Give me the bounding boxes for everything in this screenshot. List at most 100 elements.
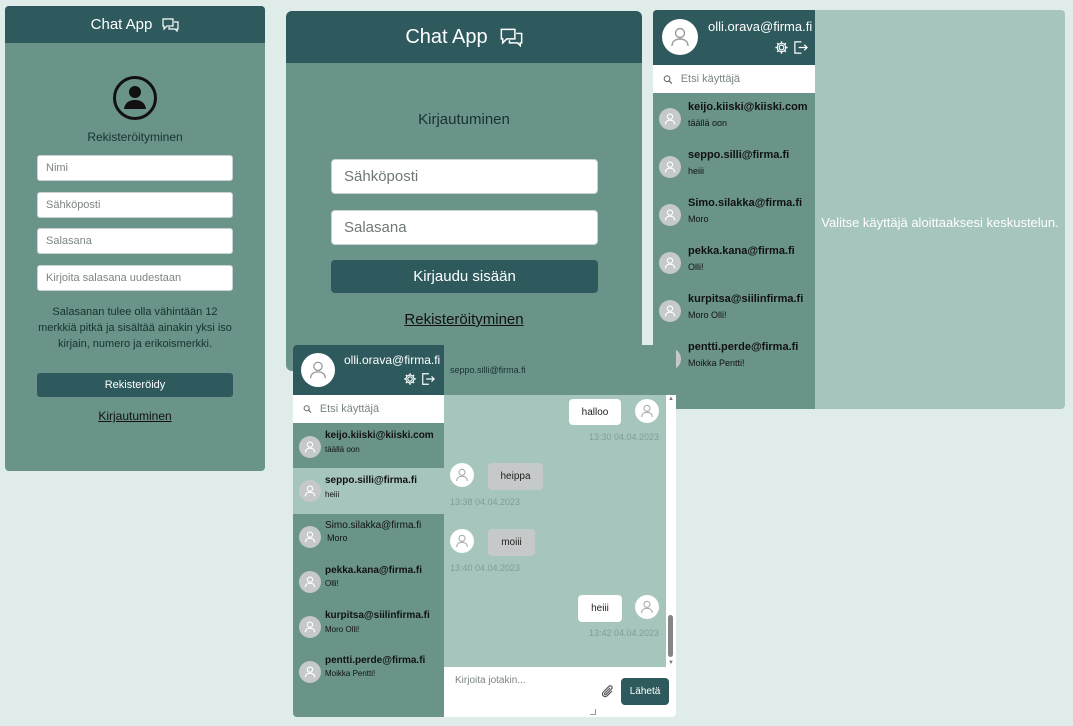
contact-last-message: Moikka Pentti! <box>325 669 376 678</box>
contact-last-message: Moikka Pentti! <box>688 358 745 368</box>
scroll-thumb[interactable] <box>668 615 673 657</box>
contact-avatar-icon <box>659 252 681 274</box>
message-avatar-icon <box>450 463 474 487</box>
register-title: Rekisteröityminen <box>87 130 183 144</box>
message-timestamp: 13:30 04.04.2023 <box>589 432 660 442</box>
user-header: olli.orava@firma.fi <box>653 10 815 65</box>
gear-icon[interactable] <box>774 40 789 55</box>
password-input[interactable] <box>46 235 224 247</box>
empty-state-text: Valitse käyttäjä aloittaaksesi keskustel… <box>821 215 1059 230</box>
current-user-email: olli.orava@firma.fi <box>344 353 441 367</box>
contact-name: seppo.silli@firma.fi <box>325 475 417 486</box>
message-avatar-icon <box>450 529 474 553</box>
scroll-down-icon[interactable]: ▼ <box>666 660 676 666</box>
contact-item[interactable]: pekka.kana@firma.fi Olli! <box>653 238 815 284</box>
message-bubble-received: heippa <box>488 463 543 490</box>
email-field[interactable] <box>331 159 598 194</box>
message-avatar-icon <box>635 399 659 423</box>
password-field[interactable] <box>37 228 233 254</box>
contact-name: pekka.kana@firma.fi <box>325 565 423 576</box>
contact-avatar-icon <box>659 156 681 178</box>
chat-bubbles-icon <box>500 28 523 47</box>
avatar-icon <box>113 76 157 120</box>
contact-item[interactable]: Simo.silakka@firma.fi Moro <box>293 514 444 558</box>
contact-item[interactable]: pekka.kana@firma.fi Olli! <box>293 559 444 603</box>
contact-avatar-icon <box>299 526 321 548</box>
message-timestamp: 13:38 04.04.2023 <box>450 497 521 507</box>
name-input[interactable] <box>46 162 224 174</box>
contact-name: kurpitsa@siilinfirma.fi <box>325 610 430 621</box>
message-timestamp: 13:42 04.04.2023 <box>589 628 660 638</box>
chat-empty-panel: olli.orava@firma.fi keijo.kiiski@kiiski.… <box>653 10 1065 409</box>
login-header: Chat App <box>286 11 642 63</box>
contact-item[interactable]: pentti.perde@firma.fi Moikka Pentti! <box>293 649 444 693</box>
password-field[interactable] <box>331 210 598 245</box>
message-input[interactable] <box>455 675 595 686</box>
password-repeat-field[interactable] <box>37 265 233 291</box>
contact-item[interactable]: pentti.perde@firma.fi Moikka Pentti! <box>653 334 815 380</box>
scroll-up-icon[interactable]: ▲ <box>666 396 676 402</box>
user-avatar-icon <box>662 19 698 55</box>
contact-item[interactable]: seppo.silli@firma.fi heiii <box>653 142 815 188</box>
gear-icon[interactable] <box>403 372 417 386</box>
register-header: Chat App <box>5 6 265 43</box>
message-timestamp: 13:40 04.04.2023 <box>450 563 521 573</box>
contact-name: Simo.silakka@firma.fi <box>688 197 803 209</box>
contact-name: pentti.perde@firma.fi <box>688 341 799 353</box>
user-header: olli.orava@firma.fi <box>293 345 444 395</box>
login-panel: Chat App Kirjautuminen Kirjaudu sisään R… <box>286 11 642 371</box>
login-button[interactable]: Kirjaudu sisään <box>331 260 598 293</box>
contact-item[interactable]: keijo.kiiski@kiiski.com täällä oon <box>293 424 444 468</box>
contact-last-message: heiii <box>325 490 340 499</box>
contact-item[interactable]: kurpitsa@siilinfirma.fi Moro Olli! <box>653 286 815 332</box>
password-input[interactable] <box>344 219 585 236</box>
current-user-email: olli.orava@firma.fi <box>708 19 813 34</box>
email-input[interactable] <box>46 199 224 211</box>
resize-handle[interactable] <box>590 709 596 715</box>
user-avatar-icon <box>301 353 335 387</box>
logout-icon[interactable] <box>421 372 435 386</box>
login-link[interactable]: Kirjautuminen <box>5 409 265 423</box>
register-link[interactable]: Rekisteröityminen <box>286 311 642 328</box>
contact-item-selected[interactable]: seppo.silli@firma.fi heiii <box>293 468 444 514</box>
chat-active-panel: olli.orava@firma.fi keijo.kiiski@kiiski.… <box>293 345 676 717</box>
email-input[interactable] <box>344 168 585 185</box>
user-search[interactable] <box>293 395 444 423</box>
contact-last-message: Olli! <box>688 262 704 272</box>
paperclip-icon[interactable] <box>600 683 614 699</box>
contact-last-message: heiii <box>688 166 705 176</box>
contact-last-message: Moro Olli! <box>325 625 360 634</box>
app-title: Chat App <box>405 25 488 48</box>
contact-item[interactable]: keijo.kiiski@kiiski.com täällä oon <box>653 94 815 140</box>
email-field[interactable] <box>37 192 233 218</box>
contact-avatar-icon <box>299 436 321 458</box>
contact-item[interactable]: Simo.silakka@firma.fi Moro <box>653 190 815 236</box>
message-list: halloo 13:30 04.04.2023 heippa 13:38 04.… <box>444 395 666 667</box>
contact-name: kurpitsa@siilinfirma.fi <box>688 293 804 305</box>
send-button[interactable]: Lähetä <box>621 678 669 705</box>
contacts-sidebar: olli.orava@firma.fi keijo.kiiski@kiiski.… <box>293 345 444 717</box>
logout-icon[interactable] <box>793 40 808 55</box>
contact-last-message: täällä oon <box>688 118 728 128</box>
contact-last-message: täällä oon <box>325 445 360 454</box>
register-panel: Chat App Rekisteröityminen Salasanan tul… <box>5 6 265 471</box>
contact-avatar-icon <box>299 616 321 638</box>
search-input[interactable] <box>319 403 444 415</box>
message-scrollbar[interactable]: ▲ ▼ <box>666 395 676 667</box>
password-repeat-input[interactable] <box>46 272 224 284</box>
contact-avatar-icon <box>659 204 681 226</box>
contact-last-message: Moro <box>327 533 348 543</box>
search-icon <box>663 74 673 84</box>
user-search[interactable] <box>653 65 815 93</box>
search-input[interactable] <box>680 73 815 85</box>
search-icon <box>303 405 312 414</box>
contact-avatar-icon <box>299 661 321 683</box>
contact-avatar-icon <box>299 571 321 593</box>
contact-item[interactable]: kurpitsa@siilinfirma.fi Moro Olli! <box>293 604 444 648</box>
message-bubble-sent: heiii <box>578 595 622 622</box>
contact-name: Simo.silakka@firma.fi <box>325 520 422 531</box>
message-bubble-received: moiii <box>488 529 535 556</box>
register-button[interactable]: Rekisteröidy <box>37 373 233 397</box>
contact-name: keijo.kiiski@kiiski.com <box>688 101 808 113</box>
name-field[interactable] <box>37 155 233 181</box>
